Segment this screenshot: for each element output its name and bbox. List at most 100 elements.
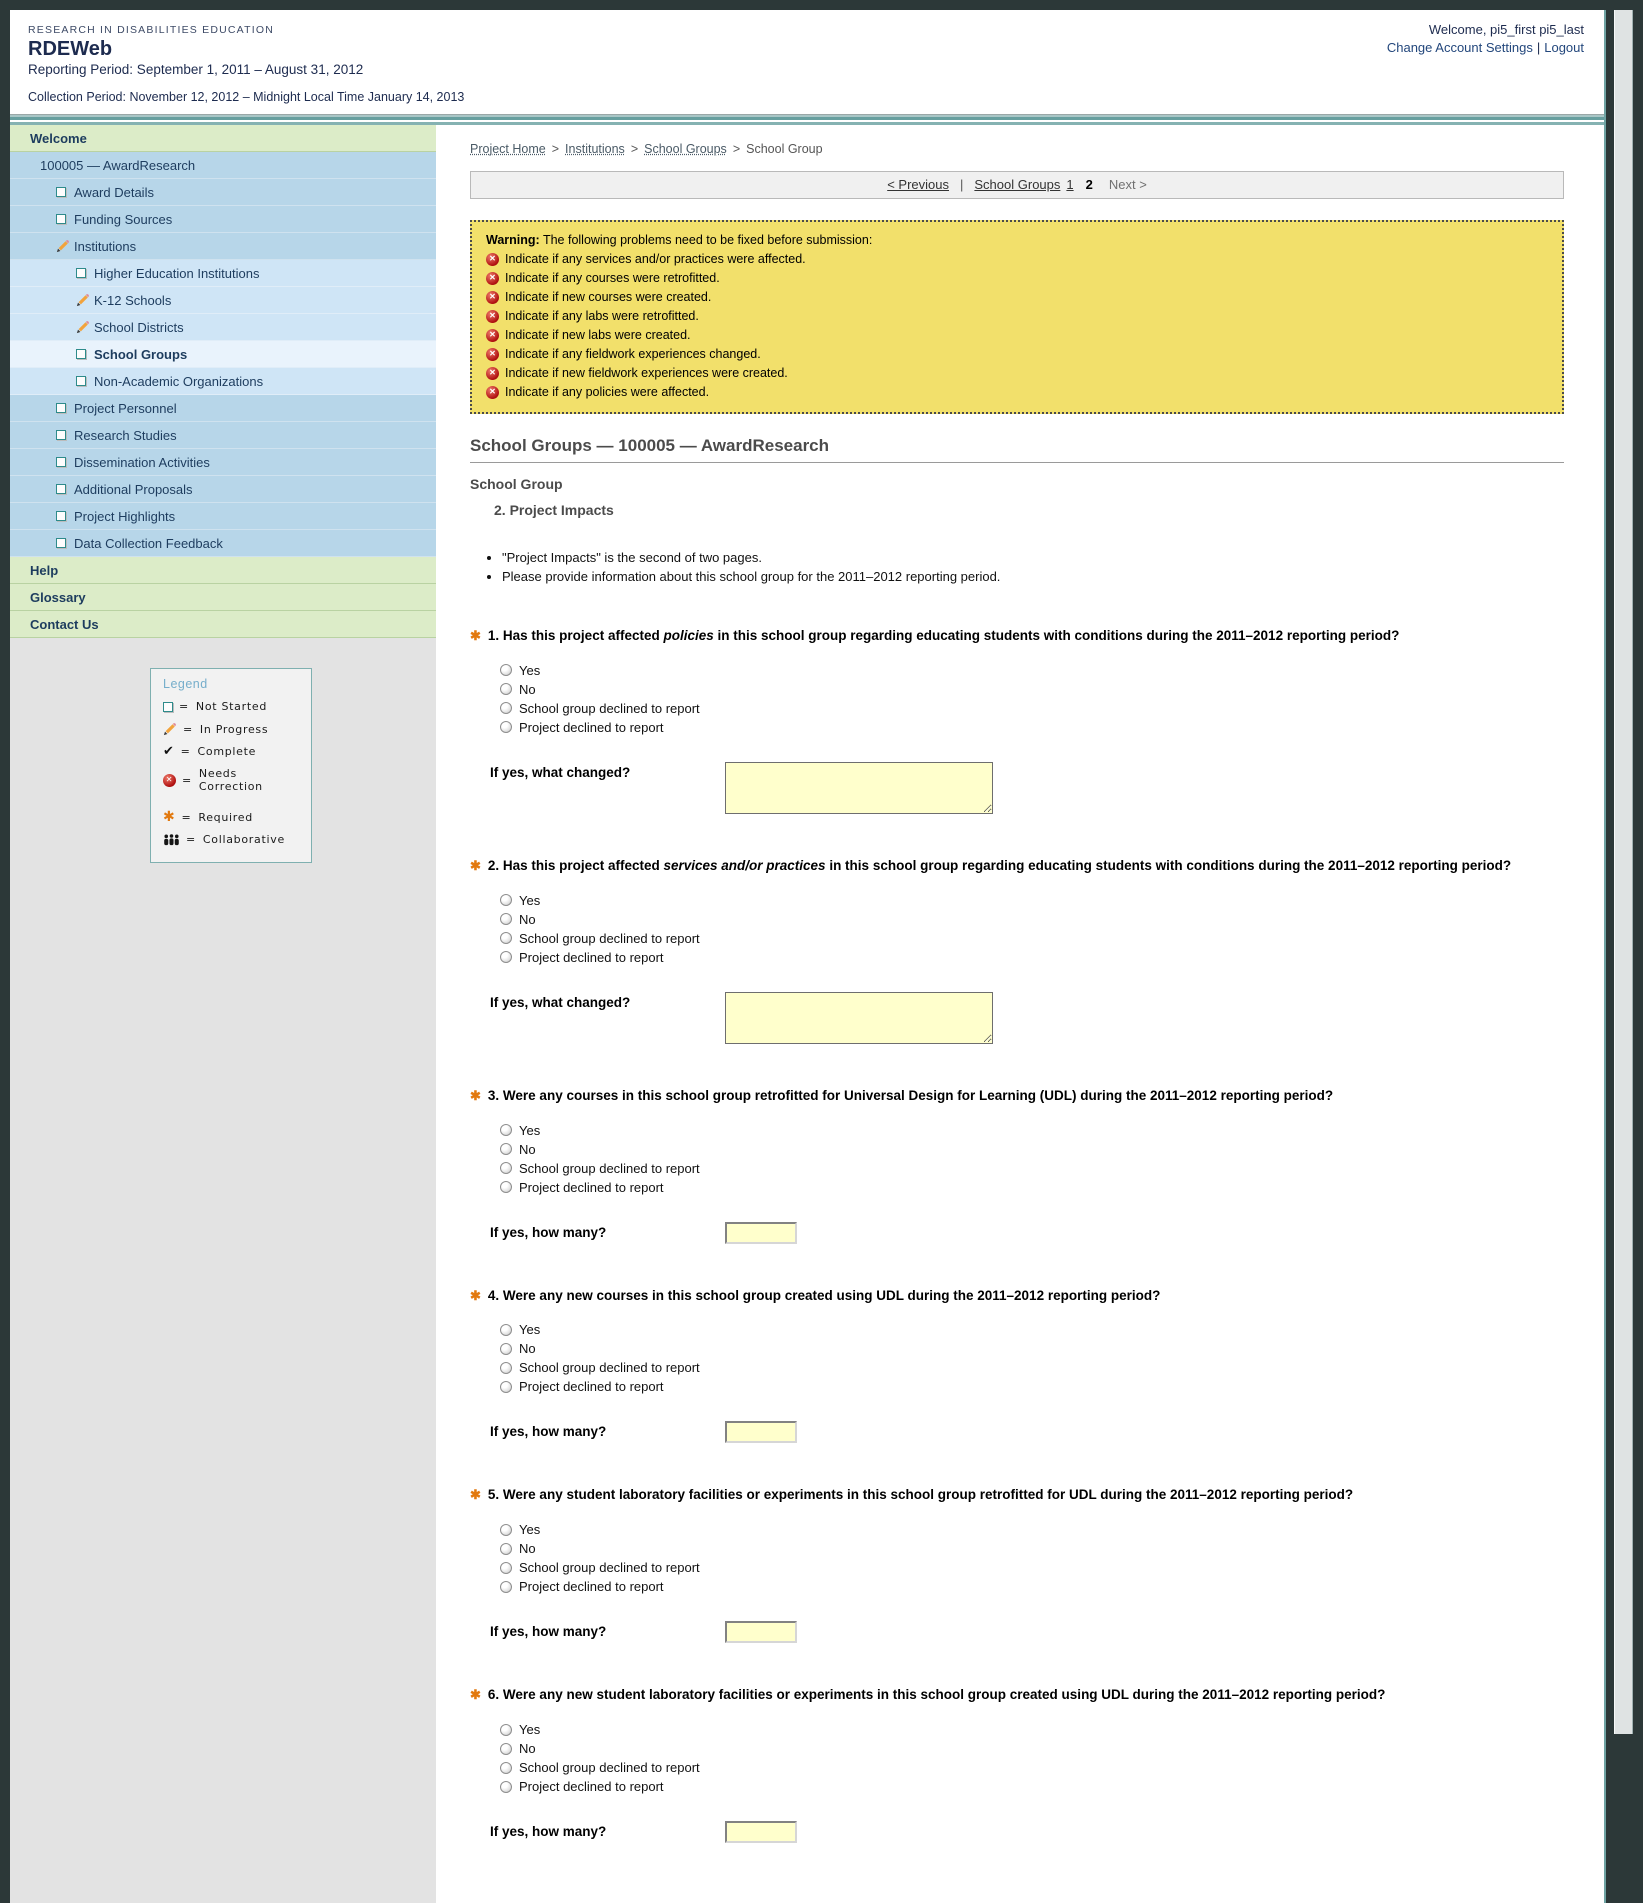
- sidebar-item-additional-proposals[interactable]: Additional Proposals: [10, 476, 436, 503]
- legend-item-in-progress: = In Progress: [163, 722, 301, 736]
- how-many-input-q3[interactable]: [725, 1221, 797, 1244]
- radio-option-school-group-declined-to-report-q6[interactable]: School group declined to report: [500, 1758, 1564, 1777]
- radio-button[interactable]: [500, 913, 512, 926]
- main-content: Project Home > Institutions > School Groups >…: [438, 125, 1604, 1903]
- radio-option-yes-q5[interactable]: Yes: [500, 1520, 1564, 1539]
- sidebar-item-label: Funding Sources: [74, 211, 173, 227]
- radio-button[interactable]: [500, 1561, 512, 1574]
- page-number-link-1[interactable]: 1: [1066, 177, 1073, 192]
- radio-label: School group declined to report: [519, 930, 700, 946]
- radio-button[interactable]: [500, 1580, 512, 1593]
- radio-option-no-q5[interactable]: No: [500, 1539, 1564, 1558]
- how-many-input-q4[interactable]: [725, 1421, 797, 1444]
- sidebar-item-k-12-schools[interactable]: K-12 Schools: [10, 287, 436, 314]
- radio-button[interactable]: [500, 702, 512, 715]
- notstarted-icon: [56, 187, 66, 197]
- sidebar-item-100005-awardresearch[interactable]: 100005 — AwardResearch: [10, 152, 436, 179]
- radio-button[interactable]: [500, 932, 512, 945]
- sidebar-item-funding-sources[interactable]: Funding Sources: [10, 206, 436, 233]
- sidebar-item-project-highlights[interactable]: Project Highlights: [10, 503, 436, 530]
- what-changed-textarea-q1[interactable]: [725, 761, 993, 814]
- radio-option-project-declined-to-report-q3[interactable]: Project declined to report: [500, 1178, 1564, 1197]
- radio-option-school-group-declined-to-report-q3[interactable]: School group declined to report: [500, 1159, 1564, 1178]
- radio-option-school-group-declined-to-report-q4[interactable]: School group declined to report: [500, 1358, 1564, 1377]
- radio-label: Project declined to report: [519, 1779, 664, 1795]
- radio-option-school-group-declined-to-report-q2[interactable]: School group declined to report: [500, 929, 1564, 948]
- sidebar-item-award-details[interactable]: Award Details: [10, 179, 436, 206]
- radio-button[interactable]: [500, 894, 512, 907]
- breadcrumb-link-school-groups[interactable]: School Groups: [644, 142, 727, 156]
- radio-option-school-group-declined-to-report-q5[interactable]: School group declined to report: [500, 1558, 1564, 1577]
- radio-button[interactable]: [500, 1542, 512, 1555]
- radio-button[interactable]: [500, 664, 512, 677]
- how-many-input-q5[interactable]: [725, 1621, 797, 1644]
- vertical-scrollbar[interactable]: [1614, 10, 1633, 1734]
- radio-option-yes-q2[interactable]: Yes: [500, 891, 1564, 910]
- radio-option-yes-q1[interactable]: Yes: [500, 661, 1564, 680]
- radio-button[interactable]: [500, 1143, 512, 1156]
- radio-option-no-q1[interactable]: No: [500, 680, 1564, 699]
- radio-button[interactable]: [500, 1124, 512, 1137]
- radio-option-yes-q3[interactable]: Yes: [500, 1121, 1564, 1140]
- radio-option-no-q6[interactable]: No: [500, 1739, 1564, 1758]
- radio-button[interactable]: [500, 951, 512, 964]
- radio-option-yes-q4[interactable]: Yes: [500, 1320, 1564, 1339]
- sidebar-item-welcome[interactable]: Welcome: [10, 125, 436, 152]
- radio-button[interactable]: [500, 1523, 512, 1536]
- radio-label: School group declined to report: [519, 1760, 700, 1776]
- status-icon-cell: [76, 320, 94, 334]
- school-groups-list-link[interactable]: School Groups: [974, 177, 1060, 192]
- radio-button[interactable]: [500, 721, 512, 734]
- warning-item-text: Indicate if any policies were affected.: [505, 385, 710, 399]
- error-icon: ✕: [486, 385, 499, 399]
- breadcrumb-link-project-home[interactable]: Project Home: [470, 142, 546, 156]
- radio-option-no-q4[interactable]: No: [500, 1339, 1564, 1358]
- radio-button[interactable]: [500, 1162, 512, 1175]
- sidebar-item-research-studies[interactable]: Research Studies: [10, 422, 436, 449]
- question-3: ✱ 3. Were any courses in this school grou…: [470, 1086, 1564, 1244]
- sidebar-item-higher-education-institutions[interactable]: Higher Education Institutions: [10, 260, 436, 287]
- sidebar-item-non-academic-organizations[interactable]: Non-Academic Organizations: [10, 368, 436, 395]
- sidebar-item-school-districts[interactable]: School Districts: [10, 314, 436, 341]
- radio-option-project-declined-to-report-q5[interactable]: Project declined to report: [500, 1577, 1564, 1596]
- change-account-settings-link[interactable]: Change Account Settings: [1387, 40, 1533, 55]
- breadcrumb-link-institutions[interactable]: Institutions: [565, 142, 625, 156]
- radio-button[interactable]: [500, 1342, 512, 1355]
- radio-button[interactable]: [500, 1323, 512, 1336]
- sidebar-item-institutions[interactable]: Institutions: [10, 233, 436, 260]
- radio-option-project-declined-to-report-q2[interactable]: Project declined to report: [500, 948, 1564, 967]
- sidebar-item-contact-us[interactable]: Contact Us: [10, 611, 436, 638]
- radio-button[interactable]: [500, 1742, 512, 1755]
- radio-button[interactable]: [500, 1181, 512, 1194]
- radio-option-yes-q6[interactable]: Yes: [500, 1720, 1564, 1739]
- radio-option-project-declined-to-report-q6[interactable]: Project declined to report: [500, 1777, 1564, 1796]
- radio-option-school-group-declined-to-report-q1[interactable]: School group declined to report: [500, 699, 1564, 718]
- sidebar-item-label: Data Collection Feedback: [74, 535, 223, 551]
- sidebar-item-label: Contact Us: [30, 616, 99, 632]
- sidebar-item-help[interactable]: Help: [10, 557, 436, 584]
- question-text: 6. Were any new student laboratory facil…: [487, 1687, 1386, 1703]
- radio-button[interactable]: [500, 1380, 512, 1393]
- radio-button[interactable]: [500, 1361, 512, 1374]
- logout-link[interactable]: Logout: [1544, 40, 1584, 55]
- radio-button[interactable]: [500, 1780, 512, 1793]
- sidebar-item-school-groups[interactable]: School Groups: [10, 341, 436, 368]
- radio-button[interactable]: [500, 1761, 512, 1774]
- sidebar-item-data-collection-feedback[interactable]: Data Collection Feedback: [10, 530, 436, 557]
- radio-option-project-declined-to-report-q4[interactable]: Project declined to report: [500, 1377, 1564, 1396]
- radio-option-project-declined-to-report-q1[interactable]: Project declined to report: [500, 718, 1564, 737]
- followup-row: If yes, how many?: [490, 1621, 1564, 1644]
- sidebar-item-glossary[interactable]: Glossary: [10, 584, 436, 611]
- sidebar-item-dissemination-activities[interactable]: Dissemination Activities: [10, 449, 436, 476]
- radio-option-no-q3[interactable]: No: [500, 1140, 1564, 1159]
- sidebar-item-project-personnel[interactable]: Project Personnel: [10, 395, 436, 422]
- notstarted-icon: [76, 349, 86, 359]
- sidebar-item-label: Institutions: [74, 238, 137, 254]
- previous-page-link[interactable]: < Previous: [887, 177, 949, 192]
- radio-label: School group declined to report: [519, 1560, 700, 1576]
- what-changed-textarea-q2[interactable]: [725, 991, 993, 1044]
- radio-option-no-q2[interactable]: No: [500, 910, 1564, 929]
- radio-button[interactable]: [500, 683, 512, 696]
- how-many-input-q6[interactable]: [725, 1821, 797, 1844]
- sidebar-item-label: Higher Education Institutions: [94, 265, 260, 281]
